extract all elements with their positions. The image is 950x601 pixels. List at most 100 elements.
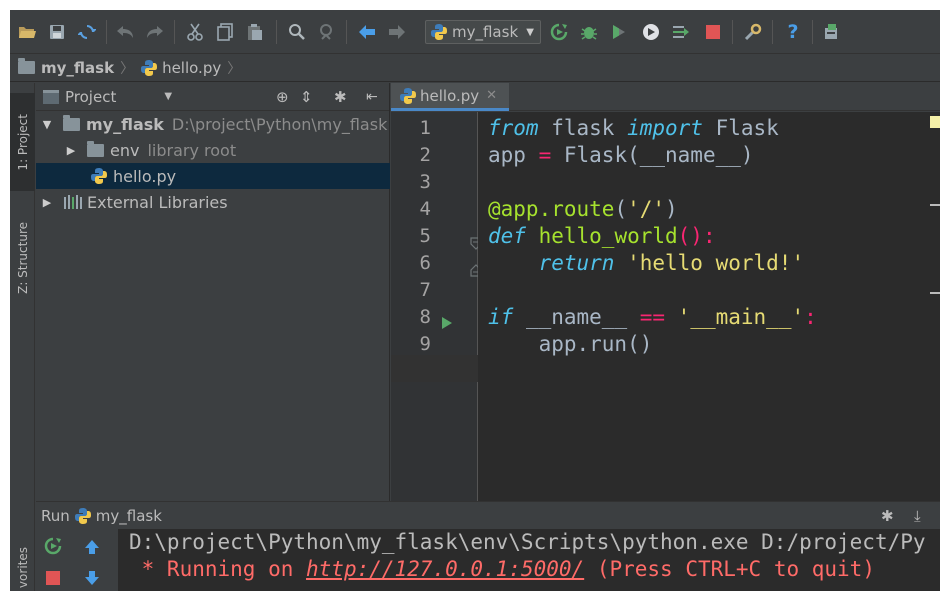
open-folder-icon[interactable] bbox=[16, 21, 38, 43]
debug-icon[interactable] bbox=[578, 21, 600, 43]
stop-icon[interactable] bbox=[702, 21, 724, 43]
tree-external-label: External Libraries bbox=[87, 192, 228, 212]
locate-file-icon[interactable]: ⊕ bbox=[276, 88, 289, 106]
profile-icon[interactable] bbox=[640, 21, 662, 43]
undo-icon[interactable] bbox=[114, 21, 136, 43]
back-icon[interactable] bbox=[356, 21, 378, 43]
project-panel-header: Project ▼ ⊕ ⇕ ✱ ⇤ bbox=[36, 83, 389, 111]
code-line-6: return 'hello world!' bbox=[538, 251, 805, 275]
ide-window: my_flask ▼ ? my_flask 〉 hello.py 〉 1: Pr… bbox=[10, 10, 940, 591]
editor-gutter: 1 2 3 4 5 6 7 8 9 10 bbox=[391, 112, 482, 501]
run-config-label: my_flask bbox=[452, 23, 519, 41]
paste-icon[interactable] bbox=[244, 21, 266, 43]
run-panel-header: Run my_flask ✱ ⤓ bbox=[36, 501, 940, 529]
breadcrumb-project[interactable]: my_flask bbox=[18, 58, 115, 77]
code-line-5: def hello_world(): bbox=[488, 224, 716, 248]
editor-tab-bar: hello.py ✕ bbox=[391, 83, 940, 111]
collapse-all-icon[interactable]: ⇕ bbox=[300, 88, 313, 106]
code-line-1: from flask import Flask bbox=[488, 116, 779, 140]
breadcrumb-separator-icon: 〉 bbox=[120, 60, 135, 77]
favorites-tool-tab-label: vorites bbox=[15, 547, 30, 589]
hide-panel-icon[interactable]: ⤓ bbox=[914, 507, 921, 525]
tree-root-path: D:\project\Python\my_flask bbox=[171, 114, 388, 134]
scroll-up-icon[interactable] bbox=[84, 539, 100, 555]
view-dropdown-icon[interactable]: ▼ bbox=[164, 91, 172, 102]
run-configuration-select[interactable]: my_flask ▼ bbox=[425, 20, 541, 44]
find-icon[interactable] bbox=[286, 21, 308, 43]
project-panel: Project ▼ ⊕ ⇕ ✱ ⇤ ▼ my_flask D:\project\… bbox=[36, 83, 390, 501]
tree-item-root[interactable]: ▼ my_flask D:\project\Python\my_flask bbox=[36, 111, 390, 137]
scroll-down-icon[interactable] bbox=[84, 570, 100, 586]
chevron-down-icon: ▼ bbox=[526, 26, 534, 38]
folder-icon bbox=[63, 114, 80, 131]
python-icon bbox=[74, 507, 91, 524]
redo-icon[interactable] bbox=[144, 21, 166, 43]
code-line-9: app.run() bbox=[488, 332, 653, 356]
project-view-label[interactable]: Project bbox=[65, 88, 116, 106]
tab-hello-py-label: hello.py bbox=[420, 86, 480, 105]
navigation-bar: my_flask 〉 hello.py 〉 bbox=[10, 54, 940, 82]
save-icon[interactable] bbox=[46, 21, 68, 43]
vcs-icon[interactable] bbox=[820, 21, 842, 43]
project-tool-tab[interactable]: 1: Project bbox=[10, 93, 35, 191]
tree-item-env[interactable]: ▶ env library root bbox=[36, 137, 390, 163]
concurrency-icon[interactable] bbox=[670, 21, 692, 43]
run-icon[interactable] bbox=[548, 21, 570, 43]
error-stripe-mark[interactable] bbox=[930, 204, 940, 206]
line-number: 6 bbox=[419, 252, 431, 274]
server-url-link[interactable]: http://127.0.0.1:5000/ bbox=[306, 557, 584, 581]
run-gutter-icon[interactable] bbox=[441, 316, 453, 330]
run-panel-toolbar bbox=[36, 529, 118, 591]
line-number: 7 bbox=[419, 279, 431, 301]
code-line-2: app = Flask(__name__) bbox=[488, 143, 754, 167]
copy-icon[interactable] bbox=[214, 21, 236, 43]
project-tool-tab-label: 1: Project bbox=[15, 113, 30, 171]
cut-icon[interactable] bbox=[184, 21, 206, 43]
tree-env-name: env bbox=[110, 140, 140, 160]
breadcrumb-project-label: my_flask bbox=[41, 58, 115, 77]
caret-collapsed-icon: ▶ bbox=[66, 143, 76, 157]
console-command-line: D:\project\Python\my_flask\env\Scripts\p… bbox=[129, 530, 926, 554]
python-file-icon bbox=[91, 168, 107, 184]
tree-item-external-libraries[interactable]: ▶ External Libraries bbox=[36, 189, 390, 215]
sync-icon[interactable] bbox=[76, 21, 98, 43]
gear-icon[interactable]: ✱ bbox=[881, 507, 894, 525]
settings-icon[interactable] bbox=[742, 21, 764, 43]
hide-panel-icon[interactable]: ⇤ bbox=[366, 89, 378, 105]
code-editor[interactable]: from flask import Flask app = Flask(__na… bbox=[478, 112, 930, 501]
libraries-icon bbox=[64, 195, 82, 209]
project-view-icon bbox=[43, 89, 59, 104]
folder-icon bbox=[18, 58, 35, 74]
structure-tool-tab[interactable]: Z: Structure bbox=[10, 203, 35, 313]
run-panel-label: Run bbox=[41, 506, 70, 525]
editor-error-stripe[interactable] bbox=[930, 112, 940, 501]
line-number: 9 bbox=[419, 333, 431, 355]
tab-hello-py[interactable]: hello.py ✕ bbox=[391, 83, 509, 111]
code-line-8: if __name__ == '__main__': bbox=[488, 305, 817, 329]
tree-root-name: my_flask bbox=[86, 114, 164, 134]
library-folder-icon bbox=[87, 140, 104, 157]
python-icon bbox=[431, 24, 447, 40]
breadcrumb-file[interactable]: hello.py bbox=[140, 59, 221, 77]
error-stripe-mark[interactable] bbox=[930, 292, 940, 294]
line-number: 3 bbox=[419, 171, 431, 193]
forward-icon[interactable] bbox=[386, 21, 408, 43]
gear-icon[interactable]: ✱ bbox=[334, 88, 347, 106]
coverage-icon[interactable] bbox=[608, 21, 630, 43]
favorites-tool-tab[interactable]: vorites bbox=[10, 545, 35, 591]
close-icon[interactable]: ✕ bbox=[486, 88, 497, 103]
run-config-name[interactable]: my_flask bbox=[96, 507, 162, 525]
run-console[interactable]: D:\project\Python\my_flask\env\Scripts\p… bbox=[118, 529, 940, 591]
rerun-icon[interactable] bbox=[44, 537, 62, 555]
tree-item-hello-py[interactable]: hello.py bbox=[36, 163, 390, 189]
line-number: 8 bbox=[419, 306, 431, 328]
main-toolbar: my_flask ▼ ? bbox=[10, 10, 940, 54]
console-running-line: * Running on http://127.0.0.1:5000/ (Pre… bbox=[129, 557, 875, 581]
help-icon[interactable]: ? bbox=[782, 21, 804, 43]
breadcrumb-file-label: hello.py bbox=[162, 58, 222, 77]
replace-icon[interactable] bbox=[316, 21, 338, 43]
stop-icon[interactable] bbox=[45, 570, 61, 586]
analysis-status-icon bbox=[930, 116, 940, 128]
tree-file-name: hello.py bbox=[113, 166, 177, 186]
structure-tool-tab-label: Z: Structure bbox=[15, 222, 30, 294]
